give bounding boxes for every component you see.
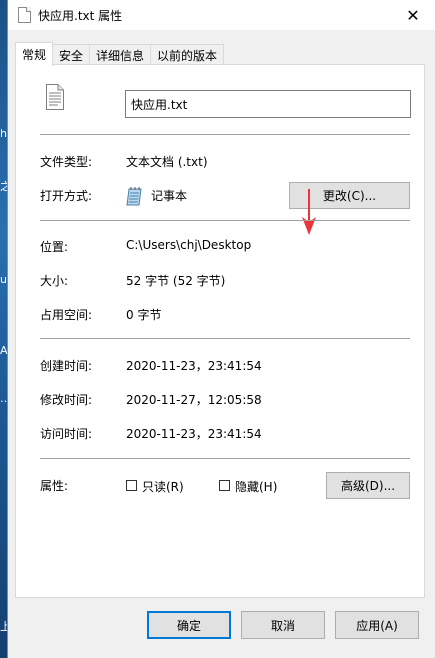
red-arrow-down-icon: [302, 189, 316, 235]
opens-with-value: 记事本: [151, 189, 188, 203]
tab-details[interactable]: 详细信息: [89, 44, 152, 65]
file-type-value: 文本文档 (.txt): [126, 155, 208, 169]
created-value: 2020-11-23，23:41:54: [126, 359, 262, 373]
size-value: 52 字节 (52 字节): [126, 274, 226, 288]
created-label: 创建时间:: [40, 359, 93, 373]
close-icon: ✕: [406, 5, 420, 25]
separator: [40, 134, 410, 135]
tab-strip: 常规 安全 详细信息 以前的版本: [15, 41, 225, 66]
general-panel: 文件类型: 文本文档 (.txt) 打开方式: 记事本 更改(C)... 位置:…: [15, 64, 425, 598]
separator: [40, 220, 410, 221]
opens-with-label: 打开方式:: [40, 189, 93, 203]
modified-value: 2020-11-27，12:05:58: [126, 393, 262, 407]
modified-label: 修改时间:: [40, 393, 93, 407]
file-name-input[interactable]: [125, 90, 411, 118]
notepad-icon: [126, 187, 142, 206]
tab-general[interactable]: 常规: [15, 42, 54, 66]
hidden-checkbox[interactable]: [219, 480, 230, 491]
size-label: 大小:: [40, 274, 69, 288]
size-on-disk-value: 0 字节: [126, 308, 162, 322]
text-document-icon: [46, 84, 64, 110]
separator: [40, 338, 410, 339]
accessed-value: 2020-11-23，23:41:54: [126, 427, 262, 441]
tab-previous-versions[interactable]: 以前的版本: [150, 44, 225, 65]
tab-security[interactable]: 安全: [52, 44, 91, 65]
readonly-checkbox[interactable]: [126, 480, 137, 491]
close-button[interactable]: ✕: [390, 0, 435, 30]
advanced-button[interactable]: 高级(D)...: [326, 472, 410, 499]
text-file-icon: [18, 7, 31, 23]
readonly-label[interactable]: 只读(R): [142, 478, 184, 495]
apply-button[interactable]: 应用(A): [335, 611, 419, 639]
size-on-disk-label: 占用空间:: [40, 308, 93, 322]
title-bar[interactable]: 快应用.txt 属性 ✕: [8, 0, 435, 30]
properties-dialog: 快应用.txt 属性 ✕ 常规 安全 详细信息 以前的版本 文件类型: 文本文档…: [7, 0, 435, 658]
accessed-label: 访问时间:: [40, 427, 93, 441]
location-value: C:\Users\chj\Desktop: [126, 238, 252, 252]
attributes-label: 属性:: [40, 479, 69, 493]
hidden-label[interactable]: 隐藏(H): [235, 478, 277, 495]
location-label: 位置:: [40, 240, 69, 254]
file-type-label: 文件类型:: [40, 155, 93, 169]
separator: [40, 458, 410, 459]
cancel-button[interactable]: 取消: [241, 611, 325, 639]
window-title: 快应用.txt 属性: [38, 9, 123, 23]
ok-button[interactable]: 确定: [147, 611, 231, 639]
